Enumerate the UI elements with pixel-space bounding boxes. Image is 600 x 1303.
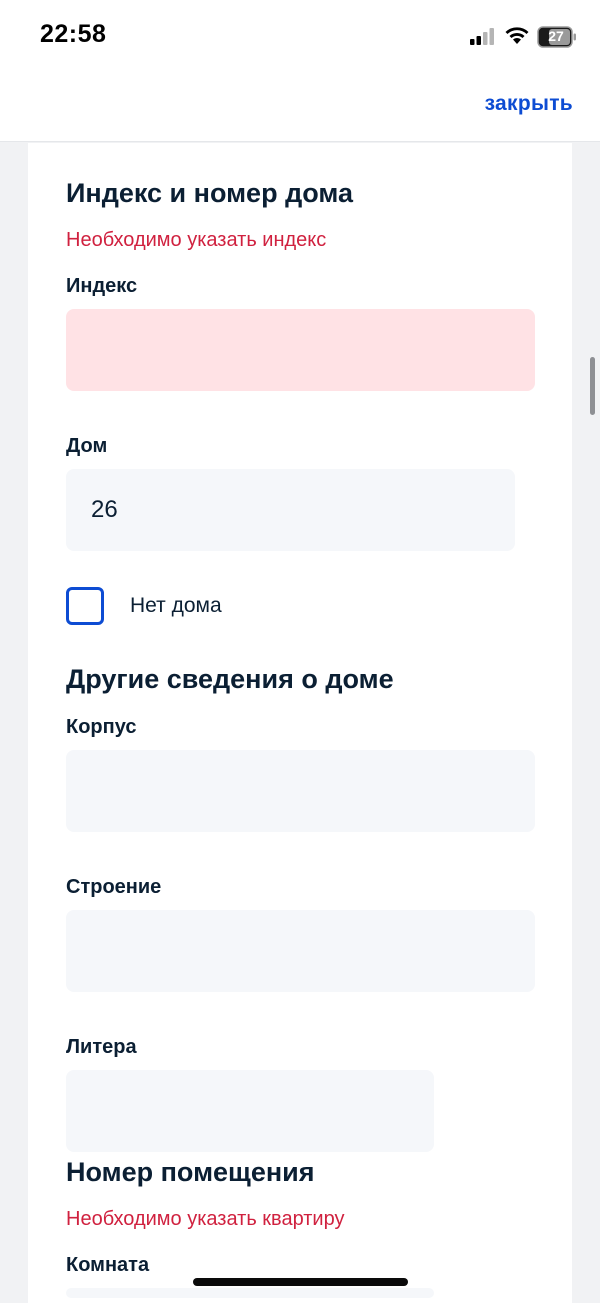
no-house-checkbox[interactable] [66,587,104,625]
room-error-message: Необходимо указать квартиру [66,1208,345,1230]
house-label: Дом [66,435,108,457]
letter-label: Литера [66,1036,137,1058]
nav-bar: закрыть [0,72,600,142]
status-time: 22:58 [40,20,107,48]
scrollbar[interactable] [590,357,595,415]
section-title-room: Номер помещения [66,1157,315,1187]
section-title-other: Другие сведения о доме [66,664,394,694]
index-input[interactable] [66,309,535,391]
home-indicator [193,1278,408,1286]
close-button[interactable]: закрыть [485,92,573,116]
building-label: Корпус [66,716,137,738]
building-input[interactable] [66,750,535,832]
structure-label: Строение [66,876,162,898]
room-input[interactable] [66,1288,434,1298]
section-title-index: Индекс и номер дома [66,178,353,208]
room-label: Комната [66,1254,150,1276]
letter-input[interactable] [66,1070,434,1152]
no-house-label[interactable]: Нет дома [130,594,222,618]
index-error-message: Необходимо указать индекс [66,229,327,251]
battery-level: 27 [548,28,564,44]
wifi-icon [504,25,530,50]
signal-icon [470,28,496,50]
house-input[interactable]: 26 [66,469,515,551]
status-bar: 22:58 27 [0,0,600,72]
structure-input[interactable] [66,910,535,992]
index-label: Индекс [66,275,138,297]
